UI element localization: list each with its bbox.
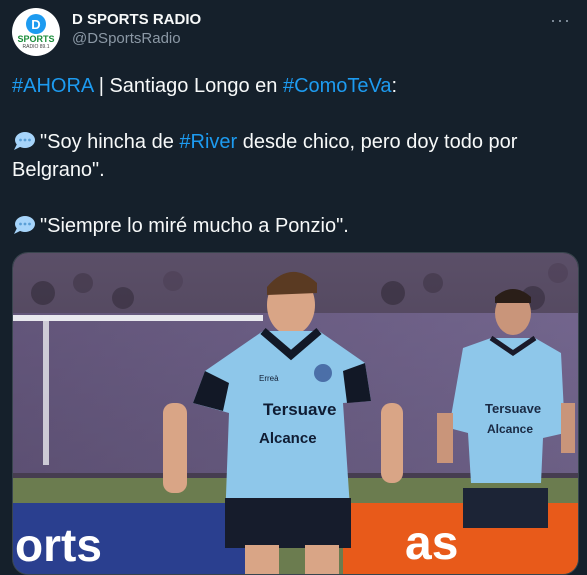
display-name[interactable]: D SPORTS RADIO <box>72 11 201 29</box>
tweet-text-segment: "Siempre lo miré mucho a Ponzio". <box>40 215 349 237</box>
speech-bubble-icon <box>14 132 35 150</box>
speech-bubble-icon <box>14 216 35 234</box>
avatar-logo-letter: D <box>26 14 46 34</box>
tweet-quote-1: "Soy hincha de #River desde chico, pero … <box>12 128 572 184</box>
tweet-quote-2: "Siempre lo miré mucho a Ponzio". <box>12 212 572 240</box>
tweet-text-segment: : <box>391 75 398 97</box>
tweet-text-segment: | Santiago Longo en <box>93 75 283 97</box>
account-names: D SPORTS RADIO @DSportsRadio <box>72 11 201 49</box>
shirt-sponsor-text: Alcance <box>259 430 317 447</box>
avatar-logo-text: SPORTS <box>17 34 55 44</box>
tweet-line-headline: #AHORA | Santiago Longo en #ComoTeVa: <box>12 72 572 100</box>
ad-board-text: orts <box>15 519 102 571</box>
hashtag-link[interactable]: #River <box>179 131 237 153</box>
ad-board-text: as <box>405 517 458 570</box>
hashtag-link[interactable]: #ComoTeVa <box>283 75 392 97</box>
football-photo: orts as Tersuave Alcance Tersuave Alcanc… <box>13 253 578 574</box>
shirt-sponsor-text: Tersuave <box>263 400 336 419</box>
shirt-sponsor-text: Alcance <box>487 422 533 436</box>
account-handle[interactable]: @DSportsRadio <box>72 29 201 49</box>
tweet-text-segment: "Soy hincha de <box>40 131 180 153</box>
more-options-icon[interactable]: ··· <box>550 10 571 31</box>
avatar-logo-sub: RADIO 89.1 <box>22 44 50 50</box>
shirt-sponsor-text: Tersuave <box>485 401 541 416</box>
tweet-media-photo[interactable]: orts as Tersuave Alcance Tersuave Alcanc… <box>12 252 579 575</box>
shirt-brand-text: Erreà <box>259 374 279 383</box>
avatar[interactable]: D SPORTS RADIO 89.1 <box>12 8 60 56</box>
tweet-header: D SPORTS RADIO 89.1 D SPORTS RADIO @DSpo… <box>12 8 575 58</box>
hashtag-link[interactable]: #AHORA <box>12 75 93 97</box>
tweet-text: #AHORA | Santiago Longo en #ComoTeVa: "S… <box>12 72 572 240</box>
